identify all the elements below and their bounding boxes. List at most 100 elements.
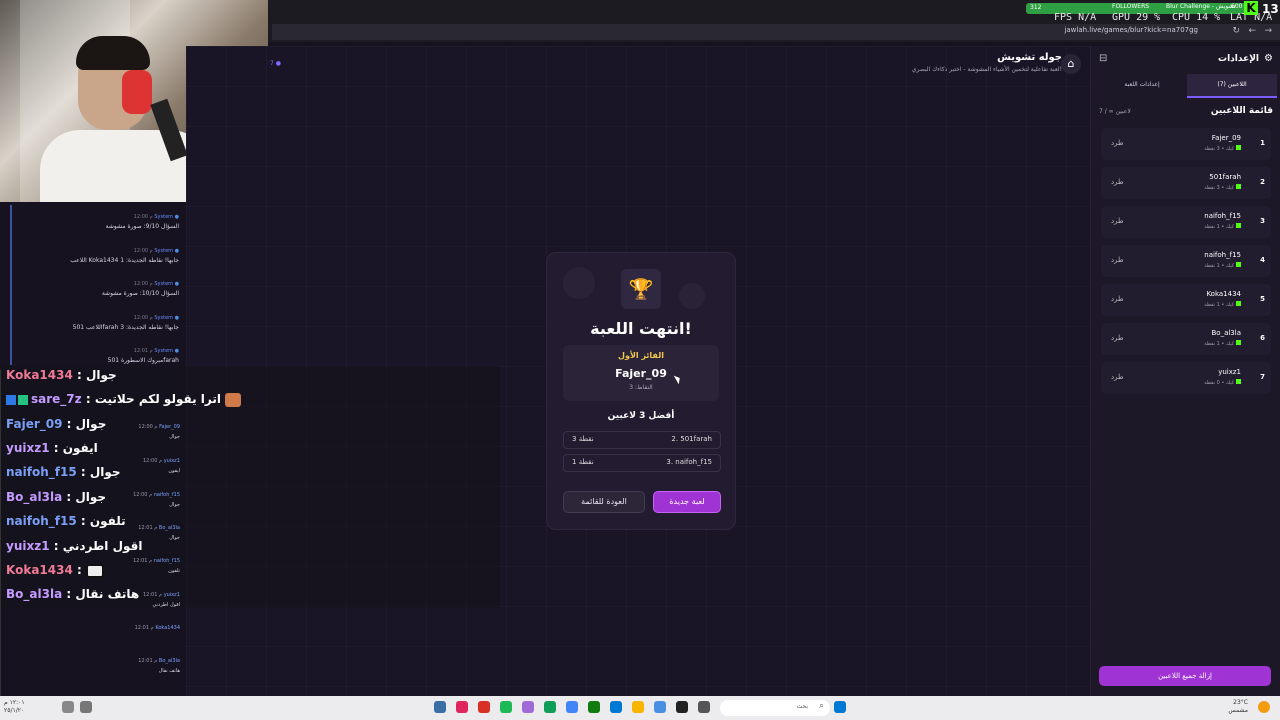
tab-game-settings[interactable]: إعدادات اللعبة bbox=[1097, 74, 1187, 96]
xbox-icon[interactable] bbox=[588, 701, 600, 713]
log-item: 12:00 م System ● اللاعب 501farah جابها! … bbox=[72, 315, 179, 331]
app-icon[interactable] bbox=[654, 701, 666, 713]
taskbar-clock[interactable]: ١٢:٠١ م ٢٥/١/٢٠ bbox=[4, 699, 25, 715]
fps-readout: FPS N/A bbox=[1054, 12, 1097, 23]
winner-card: الفائز الأول Fajer_09 النقاط: 3 bbox=[563, 345, 719, 401]
sidebar-title: الإعدادات bbox=[1218, 54, 1259, 64]
app-icon[interactable] bbox=[544, 701, 556, 713]
app-icon[interactable] bbox=[522, 701, 534, 713]
kick-player-button[interactable]: طرد bbox=[1111, 256, 1124, 264]
sidebar-tabs: إعدادات اللعبة اللاعبين (7) bbox=[1097, 74, 1277, 98]
chat-line: yuixz1 : ايفون bbox=[6, 441, 98, 455]
app-icon[interactable] bbox=[478, 701, 490, 713]
top3-title: أفضل 3 لاعبين bbox=[607, 411, 675, 421]
player-row: 2 501farah كيك • 3 نقطة طرد bbox=[1101, 167, 1271, 199]
gear-icon: ⚙ bbox=[1264, 53, 1273, 64]
collapse-sidebar-icon[interactable]: ⊟ bbox=[1099, 53, 1107, 64]
mini-chat-item: 12:00 م naifoh_f15 جوال bbox=[133, 492, 180, 508]
back-arrow-icon[interactable]: ← bbox=[1248, 26, 1256, 36]
spotify-icon[interactable] bbox=[500, 701, 512, 713]
mini-chat-item: 12:01 م naifoh_f15 تلفون bbox=[133, 558, 180, 574]
cpu-readout: CPU 14 % bbox=[1172, 12, 1221, 23]
taskbar-search[interactable]: بحث ⌕ bbox=[720, 700, 830, 716]
headphones bbox=[122, 70, 152, 114]
back-to-menu-button[interactable]: العودة للقائمة bbox=[563, 491, 645, 513]
home-icon: ⌂ bbox=[1067, 57, 1075, 70]
mini-chat-item: 12:01 م yuixz1 اقول اطردني bbox=[143, 592, 180, 608]
kick-player-button[interactable]: طرد bbox=[1111, 295, 1124, 303]
mini-chat-item: 12:01 م Bo_al3la جوال bbox=[138, 525, 180, 541]
url-text: jawlah.live/games/blur?kick=na707gg bbox=[1064, 26, 1198, 34]
chat-line: Fajer_09 : جوال bbox=[6, 417, 107, 431]
remove-all-players-button[interactable]: إزالة جميع اللاعبين bbox=[1099, 666, 1271, 686]
kick-player-button[interactable]: طرد bbox=[1111, 373, 1124, 381]
settings-sidebar: ⊟ الإعدادات ⚙ إعدادات اللعبة اللاعبين (7… bbox=[1090, 46, 1280, 696]
player-row: 7 yuixz1 كيك • 0 نقطة طرد bbox=[1101, 362, 1271, 394]
app-icon[interactable] bbox=[610, 701, 622, 713]
log-item: 12:00 م System ● اللاعب Koka1434 جابها! … bbox=[70, 248, 179, 264]
kick-logo-icon: K bbox=[1244, 1, 1258, 15]
challenge-count: 600 bbox=[1231, 3, 1243, 10]
kick-platform-icon bbox=[1236, 379, 1241, 384]
gpu-readout: GPU 29 % bbox=[1112, 12, 1161, 23]
chrome-icon[interactable] bbox=[566, 701, 578, 713]
kick-player-button[interactable]: طرد bbox=[1111, 334, 1124, 342]
forward-arrow-icon[interactable]: → bbox=[1264, 26, 1272, 36]
mini-chat-item: 12:01 م Koka1434 bbox=[134, 625, 180, 631]
kick-platform-icon bbox=[1236, 340, 1241, 345]
tab-players[interactable]: اللاعبين (7) bbox=[1187, 74, 1277, 98]
player-row: 6 Bo_al3la كيك • 1 نقطة طرد bbox=[1101, 323, 1271, 355]
rank-row: 2. 501farah 3 نقطة bbox=[563, 431, 721, 449]
winner-label: الفائز الأول bbox=[618, 351, 664, 360]
emote-icon bbox=[225, 392, 241, 407]
app-icon[interactable] bbox=[434, 701, 446, 713]
emote-icon bbox=[85, 563, 104, 578]
player-row: 1 Fajer_09 كيك • 3 نقطة طرد bbox=[1101, 128, 1271, 160]
mini-chat-item: 12:01 م Bo_al3la هاتف نقال bbox=[138, 658, 180, 674]
kick-player-button[interactable]: طرد bbox=[1111, 217, 1124, 225]
app-icon[interactable] bbox=[456, 701, 468, 713]
kick-player-button[interactable]: طرد bbox=[1111, 178, 1124, 186]
app-icon[interactable] bbox=[676, 701, 688, 713]
subscriber-badge-icon bbox=[6, 394, 16, 405]
players-count: 7 / ∞ لاعبين bbox=[1099, 108, 1131, 115]
new-game-button[interactable]: لعبة جديدة bbox=[653, 491, 721, 513]
kick-platform-icon bbox=[1236, 145, 1241, 150]
game-over-modal: 🏆 انتهت اللعبة! الفائز الأول Fajer_09 ال… bbox=[546, 252, 736, 530]
kick-platform-icon bbox=[1236, 262, 1241, 267]
winner-points: النقاط: 3 bbox=[629, 384, 653, 391]
chat-line: yuixz1 : اقول اطردني bbox=[6, 539, 143, 553]
chat-line: Koka1434 : جوال bbox=[6, 368, 117, 382]
weather-sun-icon bbox=[1258, 701, 1270, 713]
mini-chat-item: 12:00 م Fajer_09 جوال bbox=[138, 424, 180, 440]
page-title: جوله تشويش bbox=[997, 52, 1062, 63]
log-item: 12:00 م System ● السؤال 10/10: صورة مشوش… bbox=[101, 281, 179, 297]
player-row: 3 naifoh_f15 كيك • 1 نقطة طرد bbox=[1101, 206, 1271, 238]
tray-icon[interactable] bbox=[62, 701, 74, 713]
trophy-icon: 🏆 bbox=[621, 269, 661, 309]
windows-taskbar: ١٢:٠١ م ٢٥/١/٢٠ بحث ⌕ 23°C مشمس bbox=[0, 696, 1280, 720]
log-item: 12:01 م System ● مبروك الاسطورة 501farah bbox=[107, 348, 179, 364]
kick-platform-icon bbox=[1236, 301, 1241, 306]
chat-line: Koka1434 : bbox=[6, 563, 104, 581]
followers-label: FOLLOWERS bbox=[1112, 3, 1150, 10]
app-icon[interactable] bbox=[698, 701, 710, 713]
player-row: 5 Koka1434 كيك • 1 نقطة طرد bbox=[1101, 284, 1271, 316]
mini-chat-item: 12:00 م yuixz1 ايفون bbox=[143, 458, 180, 474]
followers-left: 312 bbox=[1030, 4, 1042, 11]
kick-count: 13 bbox=[1262, 2, 1279, 16]
winner-name: Fajer_09 bbox=[615, 367, 667, 380]
verified-badge-icon bbox=[18, 394, 28, 405]
kick-player-button[interactable]: طرد bbox=[1111, 139, 1124, 147]
player-row: 4 naifoh_f15 كيك • 1 نقطة طرد bbox=[1101, 245, 1271, 277]
home-button[interactable]: ⌂ bbox=[1061, 54, 1081, 74]
status-dot-icon: 7 ● bbox=[270, 60, 281, 67]
file-explorer-icon[interactable] bbox=[632, 701, 644, 713]
log-item: 12:00 م System ● السؤال 9/10: صورة مشوشة bbox=[105, 214, 179, 230]
address-bar[interactable]: jawlah.live/games/blur?kick=na707gg ↻ ← … bbox=[272, 24, 1280, 40]
weather-widget[interactable]: 23°C مشمس bbox=[1228, 699, 1248, 715]
windows-start-icon[interactable] bbox=[834, 701, 846, 713]
tray-icon[interactable] bbox=[80, 701, 92, 713]
refresh-icon[interactable]: ↻ bbox=[1232, 26, 1240, 36]
kick-platform-icon bbox=[1236, 223, 1241, 228]
